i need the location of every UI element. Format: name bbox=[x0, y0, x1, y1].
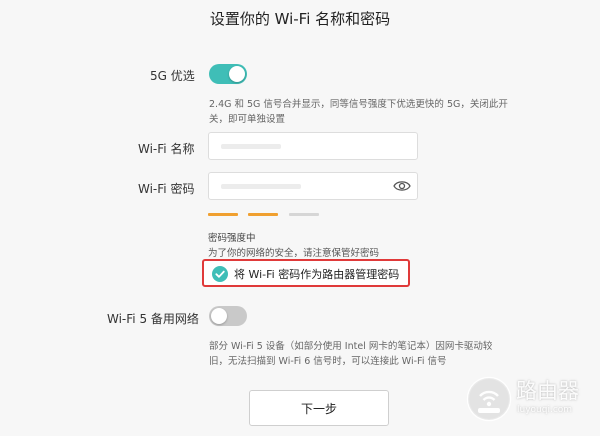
checkbox-checked-icon[interactable] bbox=[212, 266, 228, 282]
wifi5-backup-description-line1: 部分 Wi-Fi 5 设备（如部分使用 Intel 网卡的笔记本）因网卡驱动较 bbox=[209, 341, 493, 352]
security-hint: 为了你的网络的安全，请注意保管好密码 bbox=[208, 248, 380, 259]
wifi-password-value bbox=[221, 184, 301, 189]
admin-password-label: 将 Wi-Fi 密码作为路由器管理密码 bbox=[234, 268, 400, 281]
strength-label: 密码强度中 bbox=[208, 233, 256, 244]
watermark-url: luyouqi.com bbox=[517, 405, 573, 415]
next-button[interactable]: 下一步 bbox=[249, 390, 389, 426]
band-5g-label: 5G 优选 bbox=[150, 69, 195, 83]
wifi5-backup-description: 部分 Wi-Fi 5 设备（如部分使用 Intel 网卡的笔记本）因网卡驱动较 … bbox=[209, 339, 492, 369]
router-logo-icon bbox=[466, 376, 512, 422]
strength-bar-1 bbox=[208, 213, 238, 216]
band-5g-description-line2: 关，即可单独设置 bbox=[209, 114, 286, 125]
toggle-knob bbox=[211, 308, 227, 324]
band-5g-toggle[interactable] bbox=[209, 64, 247, 84]
band-5g-description-line1: 2.4G 和 5G 信号合并显示，同等信号强度下优选更快的 5G，关闭此开 bbox=[209, 99, 508, 110]
eye-icon[interactable] bbox=[393, 179, 411, 193]
wifi-name-input[interactable] bbox=[208, 132, 418, 160]
band-5g-description: 2.4G 和 5G 信号合并显示，同等信号强度下优选更快的 5G，关闭此开 关，… bbox=[209, 97, 508, 127]
wifi5-backup-label: Wi-Fi 5 备用网络 bbox=[107, 312, 199, 326]
toggle-knob bbox=[229, 66, 245, 82]
watermark: 路由器 luyouqi.com bbox=[466, 372, 594, 428]
wifi-name-value bbox=[221, 144, 281, 149]
admin-password-option[interactable]: 将 Wi-Fi 密码作为路由器管理密码 bbox=[202, 259, 410, 287]
strength-bar-3 bbox=[289, 213, 319, 216]
watermark-text: 路由器 bbox=[516, 379, 579, 403]
wifi-password-input[interactable] bbox=[208, 172, 418, 200]
wifi-password-label: Wi-Fi 密码 bbox=[138, 182, 195, 196]
page-title: 设置你的 Wi-Fi 名称和密码 bbox=[209, 10, 391, 28]
wifi5-backup-description-line2: 旧，无法扫描到 Wi-Fi 6 信号时，可以连接此 Wi-Fi 信号 bbox=[209, 356, 447, 367]
wifi5-backup-toggle[interactable] bbox=[209, 306, 247, 326]
strength-bar-2 bbox=[248, 213, 278, 216]
wifi-name-label: Wi-Fi 名称 bbox=[138, 142, 195, 156]
